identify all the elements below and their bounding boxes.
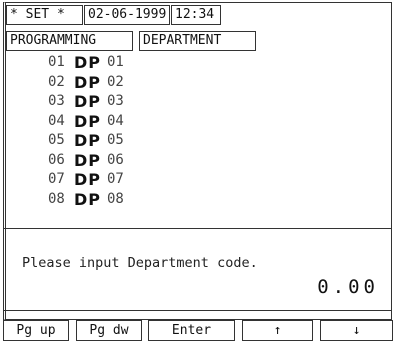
department-code: 02 [107,73,124,90]
department-number: 05 [48,132,65,148]
date-field: 02-06-1999 [84,5,170,25]
department-prefix: DP [74,131,102,150]
department-prefix: DP [74,150,102,170]
department-row[interactable]: 04 DP 04 [8,111,308,131]
department-list: 01 DP 01 02 DP 02 03 DP 03 04 DP 04 05 DP 05 06 DP 06 07 DP… [8,52,308,209]
department-code: 07 [107,171,124,187]
mode-label: * SET * [6,5,83,25]
department-code: 03 [107,93,124,109]
department-number: 02 [48,73,65,90]
department-code: 01 [107,54,124,70]
department-number: 08 [48,190,65,207]
department-row[interactable]: 08 DP 08 [8,189,308,209]
department-prefix: DP [74,170,102,189]
enter-button[interactable]: Enter [148,320,235,341]
department-row[interactable]: 05 DP 05 [8,130,308,150]
department-code: 05 [107,132,124,148]
page-up-button[interactable]: Pg up [3,320,69,341]
department-number: 07 [48,171,65,187]
department-number: 04 [48,112,65,129]
amount-display: 0.00 [317,276,379,298]
page-down-button[interactable]: Pg dw [76,320,142,341]
subsection-title: DEPARTMENT [139,31,256,51]
department-prefix: DP [74,72,102,92]
department-prefix: DP [74,92,102,111]
department-row[interactable]: 06 DP 06 [8,150,308,170]
department-prefix: DP [74,189,102,209]
department-row[interactable]: 02 DP 02 [8,72,308,92]
time-field: 12:34 [171,5,221,25]
department-code: 08 [107,190,124,207]
arrow-down-icon: ↓ [352,323,361,338]
department-row[interactable]: 01 DP 01 [8,52,308,72]
department-number: 06 [48,151,65,168]
department-code: 04 [107,112,124,129]
prompt-text: Please input Department code. [22,255,258,271]
arrow-up-icon: ↑ [273,323,282,338]
department-row[interactable]: 03 DP 03 [8,91,308,111]
arrow-up-button[interactable]: ↑ [242,320,313,341]
department-prefix: DP [74,53,102,72]
arrow-down-button[interactable]: ↓ [320,320,393,341]
department-code: 06 [107,151,124,168]
section-title: PROGRAMMING [6,31,133,51]
department-number: 03 [48,93,65,109]
department-row[interactable]: 07 DP 07 [8,169,308,189]
department-number: 01 [48,54,65,70]
department-prefix: DP [74,111,102,131]
